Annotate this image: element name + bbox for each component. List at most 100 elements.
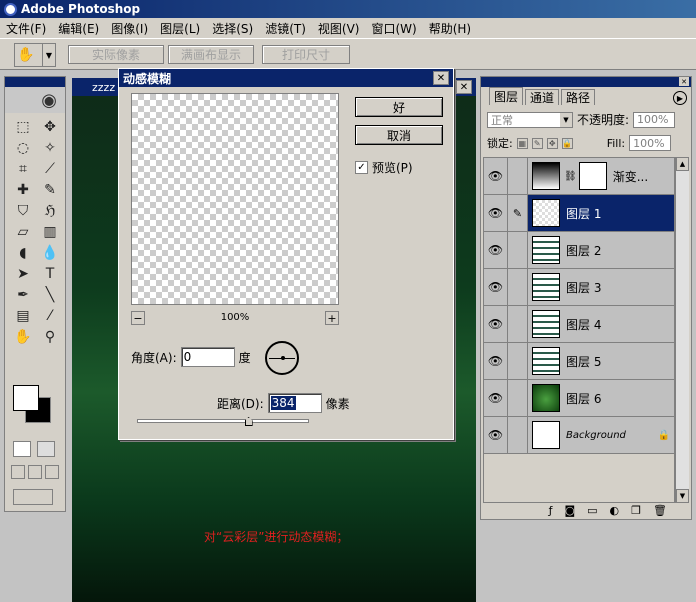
eye-icon[interactable]: 👁 [484,158,508,194]
eye-icon[interactable]: 👁 [484,195,508,231]
standard-mode-icon[interactable] [13,441,31,457]
menu-filter[interactable]: 滤镜(T) [259,20,312,37]
new-set-icon[interactable]: ▭ [587,504,597,517]
lasso-tool-icon[interactable]: ◌ [10,138,36,158]
screen-mode-icon[interactable] [11,465,25,479]
slice-tool-icon[interactable]: ⟋ [37,159,63,179]
history-brush-tool-icon[interactable]: ℌ [37,201,63,221]
lock-all-icon[interactable]: 🔒 [561,137,573,149]
scroll-up-icon[interactable]: ▲ [676,157,689,171]
layer-row[interactable]: 👁 ✎ 图层 1 [484,195,674,232]
foreground-color-swatch[interactable] [13,385,39,411]
link-slot[interactable] [508,380,528,416]
link-slot[interactable] [508,306,528,342]
layer-row[interactable]: 👁 图层 5 [484,343,674,380]
eye-icon[interactable]: 👁 [484,306,508,342]
menu-help[interactable]: 帮助(H) [423,20,477,37]
magic-wand-tool-icon[interactable]: ✧ [37,138,63,158]
eye-icon[interactable]: 👁 [484,232,508,268]
lock-image-icon[interactable]: ✎ [531,137,543,149]
menu-window[interactable]: 窗口(W) [365,20,422,37]
link-slot[interactable] [508,269,528,305]
actual-pixels-button[interactable]: 实际像素 [68,45,164,64]
layers-scrollbar[interactable]: ▲ ▼ [675,157,689,503]
distance-input[interactable]: 384 [267,393,322,413]
tab-channels[interactable]: 通道 [525,89,560,105]
distance-slider-thumb[interactable] [244,417,253,426]
eye-icon[interactable]: 👁 [484,343,508,379]
lock-position-icon[interactable]: ✥ [546,137,558,149]
eyedropper-tool-icon[interactable]: ⁄ [37,306,63,326]
eye-icon[interactable]: 👁 [484,269,508,305]
opacity-input[interactable]: 100% [633,111,676,128]
brush-icon[interactable]: ✎ [508,195,528,231]
fill-input[interactable]: 100% [629,135,672,151]
layer-row[interactable]: 👁 图层 6 [484,380,674,417]
tab-layers[interactable]: 图层 [489,87,524,105]
close-icon[interactable]: ✕ [456,80,472,94]
hand-tool-icon[interactable]: ✋ [10,327,36,347]
fit-screen-button[interactable]: 满画布显示 [168,45,254,64]
menu-view[interactable]: 视图(V) [312,20,366,37]
path-select-tool-icon[interactable]: ➤ [10,264,36,284]
blend-mode-select[interactable]: 正常 ▼ [487,111,573,128]
menu-image[interactable]: 图像(I) [105,20,154,37]
lock-transparency-icon[interactable]: ▦ [516,137,528,149]
dodge-tool-icon[interactable]: ◖ [10,243,36,263]
print-size-button[interactable]: 打印尺寸 [262,45,350,64]
distance-slider[interactable] [137,417,309,426]
preview-checkbox-row[interactable]: ✓ 预览(P) [355,159,413,176]
new-layer-icon[interactable]: ❐ [631,504,641,517]
eye-icon[interactable]: 👁 [484,417,508,453]
zoom-in-button[interactable]: + [325,311,339,325]
tab-paths[interactable]: 路径 [561,89,596,105]
tool-preset-picker[interactable]: ✋ ▼ [14,43,56,67]
preview-canvas[interactable] [131,93,339,305]
stamp-tool-icon[interactable]: ⛉ [10,201,36,221]
fullscreen-icon[interactable] [45,465,59,479]
eraser-tool-icon[interactable]: ▱ [10,222,36,242]
zoom-tool-icon[interactable]: ⚲ [37,327,63,347]
eye-icon[interactable]: 👁 [484,380,508,416]
line-tool-icon[interactable]: ╲ [37,285,63,305]
angle-dial[interactable] [265,341,299,375]
move-tool-icon[interactable]: ✥ [37,117,63,137]
gradient-tool-icon[interactable]: ▥ [37,222,63,242]
preview-checkbox[interactable]: ✓ [355,161,368,174]
menu-select[interactable]: 选择(S) [206,20,259,37]
healing-brush-tool-icon[interactable]: ✚ [10,180,36,200]
cancel-button[interactable]: 取消 [355,125,443,145]
quickmask-mode-icon[interactable] [37,441,55,457]
menu-file[interactable]: 文件(F) [0,20,52,37]
notes-tool-icon[interactable]: ▤ [10,306,36,326]
pen-tool-icon[interactable]: ✒ [10,285,36,305]
close-icon[interactable]: ✕ [679,77,689,86]
brush-tool-icon[interactable]: ✎ [37,180,63,200]
add-mask-icon[interactable]: ◙ [564,504,575,517]
blur-tool-icon[interactable]: 💧 [37,243,63,263]
layer-row[interactable]: 👁 ⛓ 渐变... [484,158,674,195]
layer-style-icon[interactable]: ƒ [549,504,553,517]
marquee-tool-icon[interactable]: ⬚ [10,117,36,137]
layer-row[interactable]: 👁 图层 4 [484,306,674,343]
link-slot[interactable] [508,417,528,453]
adjustment-layer-icon[interactable]: ◐ [610,504,620,517]
jump-to-imageready-icon[interactable] [13,489,53,505]
link-slot[interactable] [508,158,528,194]
menu-edit[interactable]: 编辑(E) [52,20,105,37]
ok-button[interactable]: 好 [355,97,443,117]
angle-input[interactable]: 0 [180,347,235,367]
trash-icon[interactable]: 🗑 [653,504,667,517]
zoom-out-button[interactable]: − [131,311,145,325]
crop-tool-icon[interactable]: ⌗ [10,159,36,179]
fullscreen-menu-icon[interactable] [28,465,42,479]
link-slot[interactable] [508,343,528,379]
layer-row[interactable]: 👁 图层 3 [484,269,674,306]
type-tool-icon[interactable]: T [37,264,63,284]
layer-row[interactable]: 👁 图层 2 [484,232,674,269]
link-slot[interactable] [508,232,528,268]
panel-menu-icon[interactable]: ▶ [673,91,687,105]
layer-row[interactable]: 👁 Background 🔒 [484,417,674,454]
close-icon[interactable]: ✕ [433,71,449,85]
chain-icon[interactable]: ⛓ [564,171,577,182]
